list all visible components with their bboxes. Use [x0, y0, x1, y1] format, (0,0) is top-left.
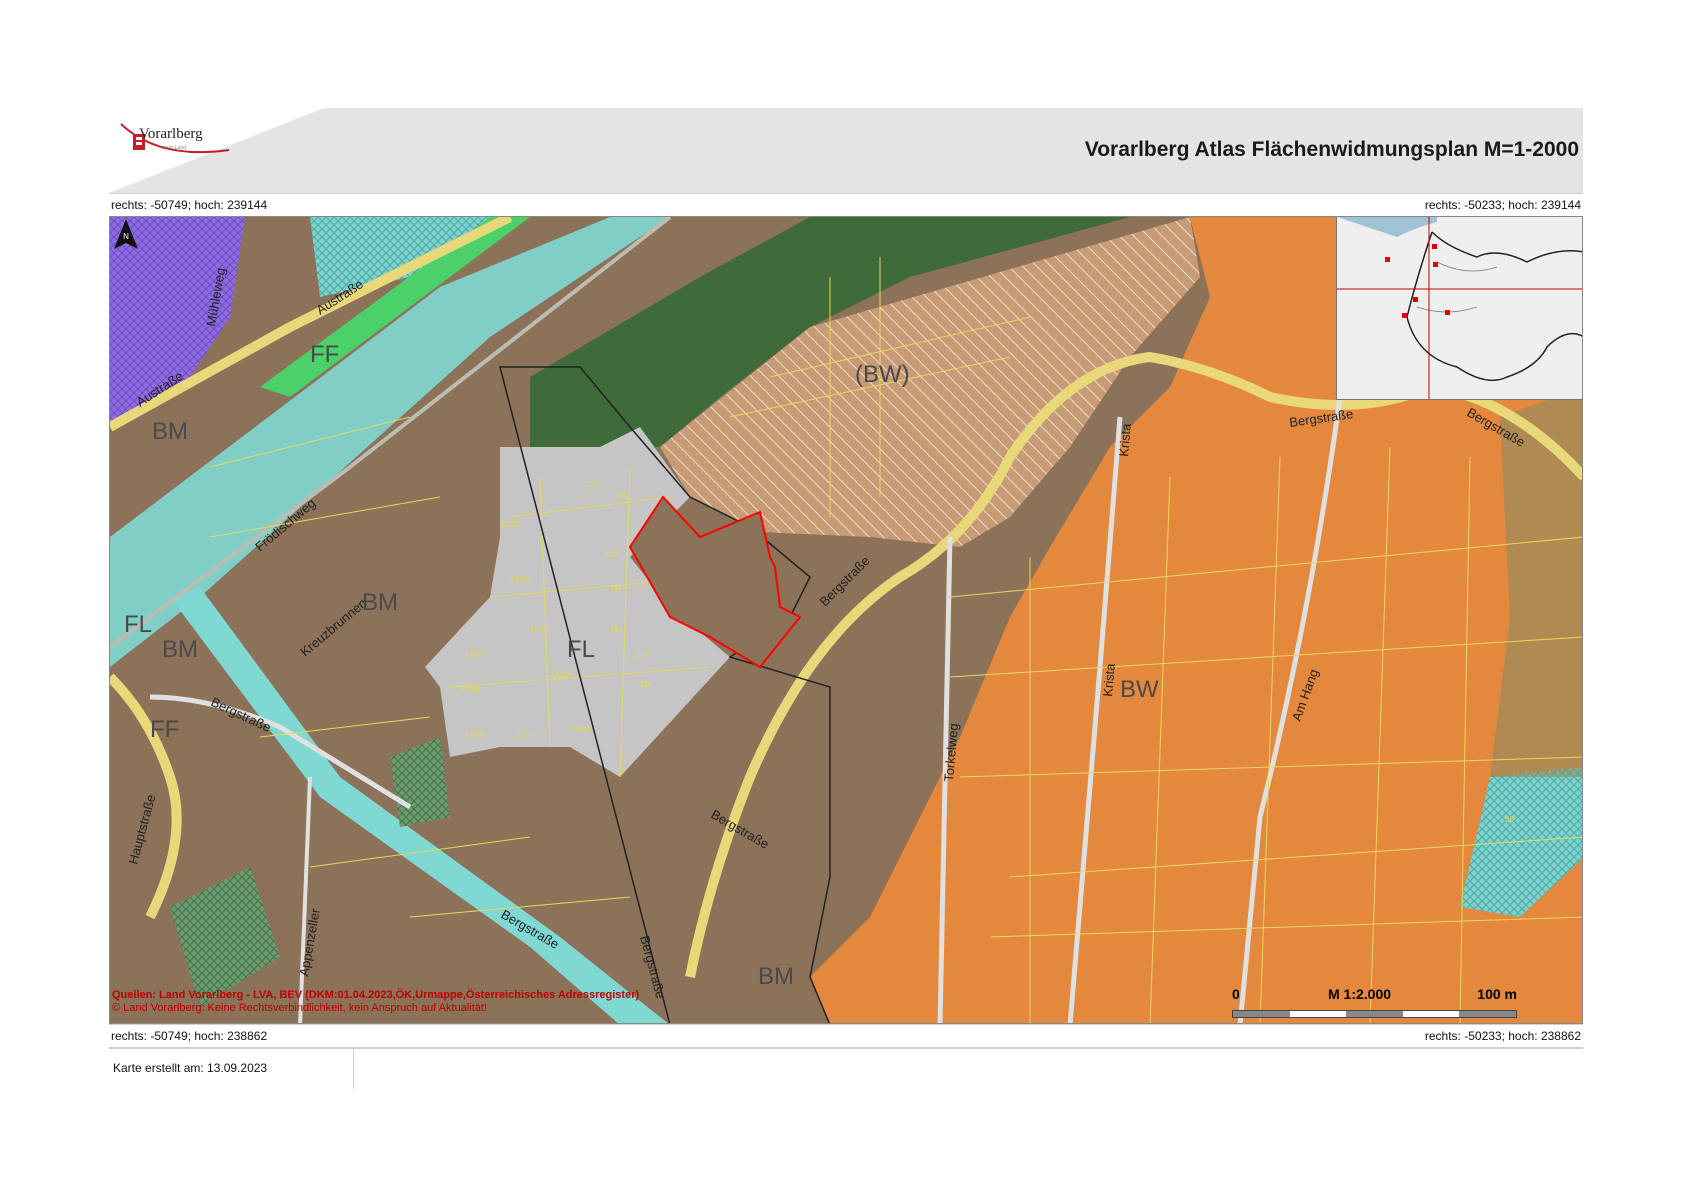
creation-date: Karte erstellt am: 13.09.2023 — [113, 1061, 268, 1075]
logo-subtitle: unser Land — [161, 145, 187, 151]
parcel-number: 133/9 — [460, 685, 481, 694]
parcel-number: 133/6 — [510, 575, 531, 584]
scale-start: 0 — [1232, 986, 1240, 1002]
map-sheet: Vorarlberg unser Land Vorarlberg Atlas F… — [109, 108, 1583, 1089]
zone-label-bw: BW — [1120, 676, 1159, 703]
zone-label-bm-4: BM — [758, 963, 794, 990]
parcel-number: 133/5 — [515, 730, 536, 739]
parcel-number: 109 — [615, 492, 629, 501]
scale-end: 100 m — [1477, 986, 1517, 1002]
coord-bottom-left: rechts: -50749; hoch: 238862 — [111, 1029, 268, 1043]
logo-name: Vorarlberg — [139, 126, 203, 142]
overview-map-svg — [1337, 217, 1582, 399]
sources-line-2: © Land Vorarlberg: Keine Rechtsverbindli… — [112, 1002, 487, 1014]
coord-row-top: rechts: -50749; hoch: 239144 rechts: -50… — [109, 193, 1583, 217]
coord-top-right: rechts: -50233; hoch: 239144 — [1424, 198, 1581, 212]
parcel-number: 133/3 — [465, 730, 486, 739]
north-label: N — [123, 232, 129, 241]
coord-row-bottom: rechts: -50749; hoch: 238862 rechts: -50… — [109, 1024, 1583, 1048]
parcel-number: 113 — [635, 650, 648, 659]
parcel-number: 36 — [1505, 815, 1514, 824]
parcel-number: 111 — [610, 585, 623, 594]
map-canvas[interactable]: Mühleweg Austraße Austraße Frödischweg K… — [109, 216, 1583, 1024]
footer: Karte erstellt am: 13.09.2023 — [109, 1048, 1583, 1089]
map-sources: Quellen: Land Vorarlberg - LVA, BEV (DKM… — [112, 989, 639, 1015]
sources-line-1: Quellen: Land Vorarlberg - LVA, BEV (DKM… — [112, 989, 640, 1001]
zone-label-fl-small: FL — [124, 611, 152, 638]
parcel-number: 112 — [610, 625, 623, 634]
parcel-number: 110 — [585, 480, 598, 489]
parcel-number: 133/2 — [530, 625, 551, 634]
scale-label: M 1:2.000 — [1328, 986, 1392, 1002]
overview-inset-map[interactable] — [1336, 217, 1582, 400]
zone-label-bm-2: BM — [362, 589, 398, 616]
zone-label-bm-3: BM — [162, 636, 198, 663]
zone-label-bw-planned: (BW) — [855, 361, 910, 388]
parcel-number: 114 — [640, 680, 653, 689]
scale-bar-segments — [1232, 1010, 1517, 1018]
parcel-number: 133/4 — [570, 725, 591, 734]
creation-date-cell: Karte erstellt am: 13.09.2023 — [109, 1049, 354, 1089]
label-krista-2: Krista — [1100, 662, 1118, 697]
scale-bar: 0 M 1:2.000 100 m — [1232, 986, 1517, 1022]
label-krista-1: Krista — [1116, 422, 1134, 457]
parcel-number: 133/5 — [500, 520, 521, 529]
zone-label-fl: FL — [567, 636, 595, 663]
parcel-number: 110 — [605, 550, 618, 559]
page-title: Vorarlberg Atlas Flächenwidmungsplan M=1… — [1084, 138, 1579, 161]
zone-label-bm-1: BM — [152, 418, 188, 445]
coord-top-left: rechts: -50749; hoch: 239144 — [111, 198, 268, 212]
parcel-number: 133/3 — [550, 670, 571, 679]
zone-label-ff: FF — [310, 341, 339, 368]
north-arrow-icon: N — [114, 219, 138, 249]
zone-label-ff-small: FF — [150, 716, 179, 743]
header: Vorarlberg unser Land Vorarlberg Atlas F… — [109, 108, 1583, 193]
coord-bottom-right: rechts: -50233; hoch: 238862 — [1424, 1029, 1581, 1043]
parcel-number: 133/1 — [465, 650, 486, 659]
